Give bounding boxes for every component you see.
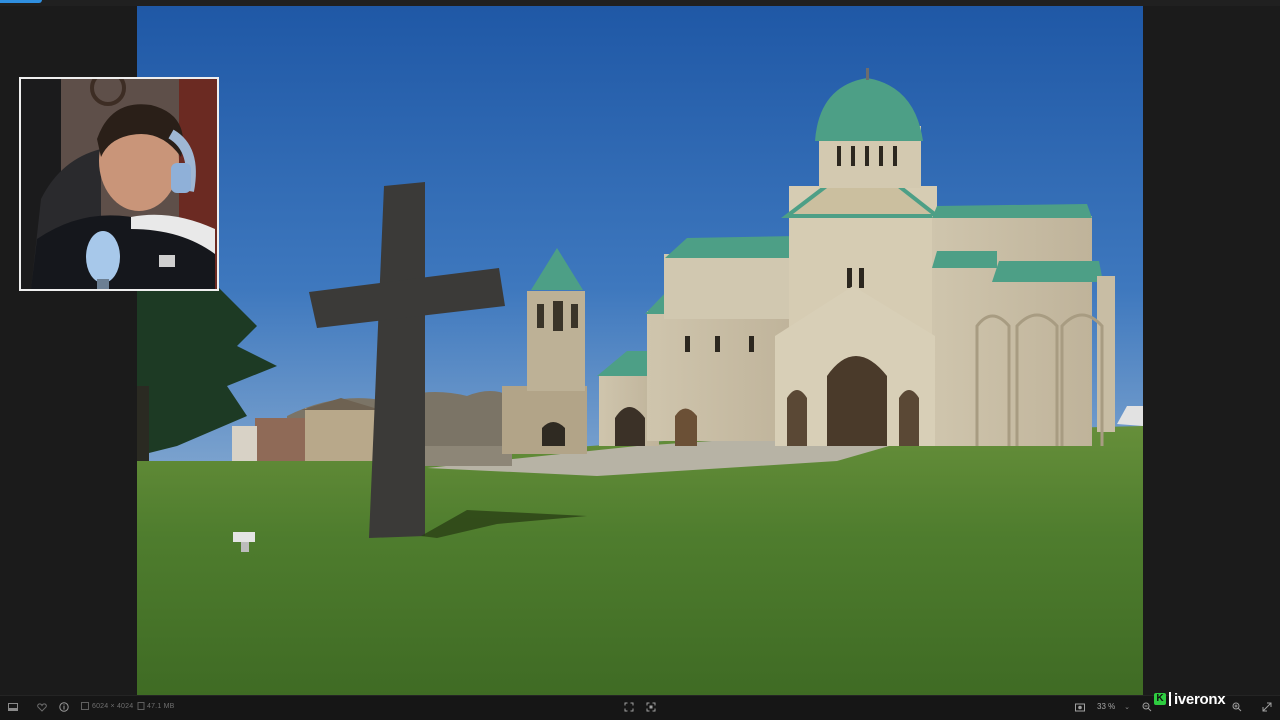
brand-watermark: K iveronx bbox=[1154, 690, 1226, 708]
image-dimensions: 6024 × 4024 bbox=[92, 703, 134, 710]
brand-logo-icon: K bbox=[1154, 693, 1166, 705]
image-size-icon bbox=[79, 702, 91, 714]
active-tab-indicator[interactable] bbox=[0, 0, 42, 3]
brand-name: iveronx bbox=[1174, 690, 1226, 708]
panel-toggle-icon[interactable] bbox=[7, 702, 19, 714]
status-bar: 6024 × 4024 47.1 MB 33 % ⌄ bbox=[0, 695, 1280, 720]
fullscreen-icon[interactable] bbox=[1261, 702, 1273, 714]
cathedral-photo bbox=[137, 6, 1143, 695]
camera-icon[interactable] bbox=[1074, 702, 1086, 714]
file-size-icon bbox=[135, 702, 147, 714]
chevron-down-icon[interactable]: ⌄ bbox=[1121, 702, 1133, 714]
actual-size-icon[interactable] bbox=[645, 702, 657, 714]
webcam-overlay bbox=[19, 77, 219, 291]
zoom-in-icon[interactable] bbox=[1231, 702, 1243, 714]
image-canvas[interactable] bbox=[137, 6, 1143, 695]
zoom-level[interactable]: 33 % bbox=[1097, 702, 1115, 711]
zoom-out-icon[interactable] bbox=[1141, 702, 1153, 714]
streamer-camera-feed bbox=[21, 79, 217, 289]
file-size: 47.1 MB bbox=[147, 703, 175, 710]
heart-icon[interactable] bbox=[36, 702, 48, 714]
info-icon[interactable] bbox=[58, 702, 70, 714]
fit-screen-icon[interactable] bbox=[623, 702, 635, 714]
brand-bar bbox=[1169, 692, 1171, 706]
